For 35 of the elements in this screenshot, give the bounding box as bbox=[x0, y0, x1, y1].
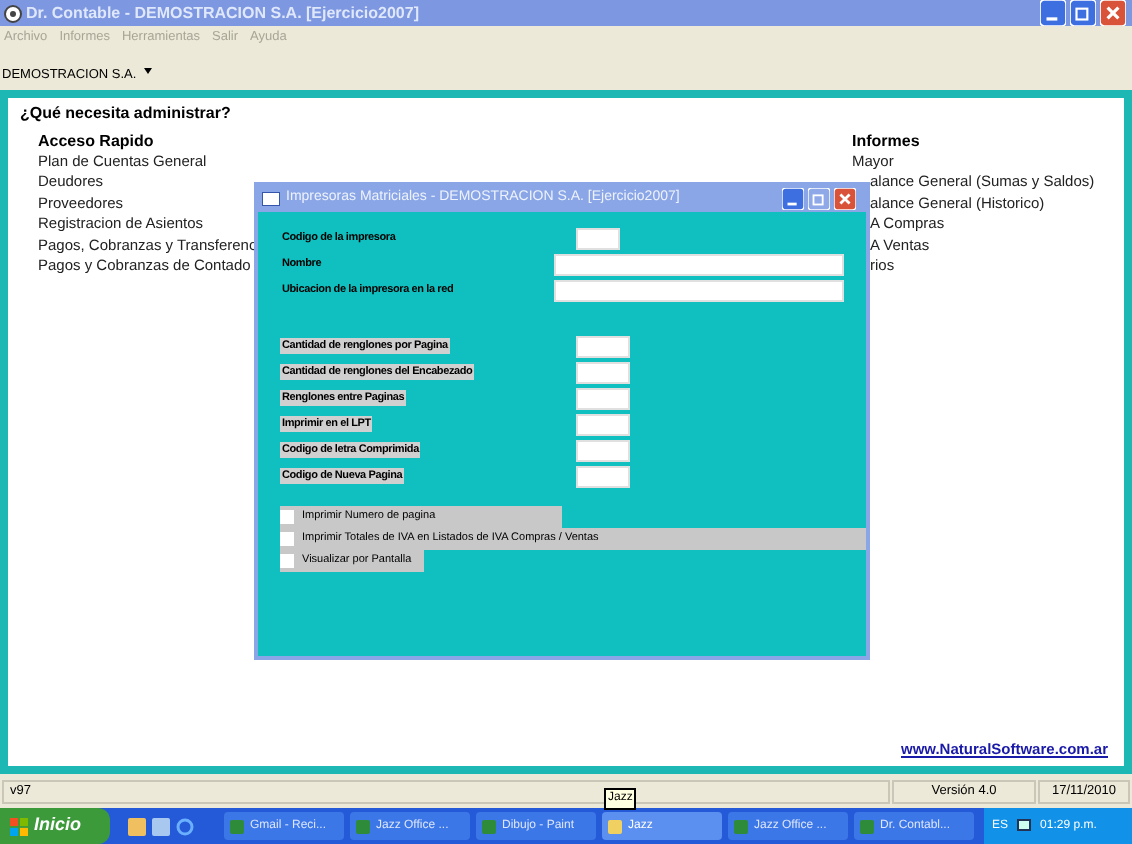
checkbox[interactable] bbox=[280, 532, 294, 546]
checkbox[interactable] bbox=[280, 554, 294, 568]
minimize-icon[interactable] bbox=[782, 188, 804, 210]
window-icon bbox=[734, 819, 748, 833]
text-field[interactable] bbox=[576, 465, 630, 487]
window-icon bbox=[860, 819, 874, 833]
text-field[interactable] bbox=[576, 439, 630, 461]
text-field[interactable] bbox=[554, 253, 844, 275]
restore-icon[interactable] bbox=[808, 188, 830, 210]
text-field[interactable] bbox=[576, 413, 630, 435]
text-field[interactable] bbox=[554, 279, 844, 301]
browser-icon[interactable] bbox=[176, 817, 194, 835]
minimize-icon[interactable] bbox=[1040, 0, 1066, 26]
section-title: Informes bbox=[852, 129, 922, 152]
window-icon bbox=[230, 819, 244, 833]
start-button[interactable]: Inicio bbox=[0, 808, 110, 844]
dialog-icon bbox=[262, 192, 280, 206]
checkbox[interactable] bbox=[280, 510, 294, 524]
close-icon[interactable] bbox=[1100, 0, 1126, 26]
text-field[interactable] bbox=[576, 335, 630, 357]
restore-icon[interactable] bbox=[1070, 0, 1096, 26]
close-icon[interactable] bbox=[834, 188, 856, 210]
window-icon bbox=[482, 819, 496, 833]
text-field[interactable] bbox=[576, 387, 630, 409]
window-title: Dr. Contable - DEMOSTRACION S.A. [Ejercicio2007] bbox=[26, 1, 421, 25]
window-icon bbox=[608, 819, 622, 833]
dropdown-icon[interactable] bbox=[144, 67, 153, 74]
text-field[interactable] bbox=[576, 227, 620, 249]
app-icon bbox=[4, 3, 22, 23]
section-title: Acceso Rapido bbox=[38, 129, 156, 152]
text-field[interactable] bbox=[576, 361, 630, 383]
window-icon bbox=[356, 819, 370, 833]
page-heading: ¿Qué necesita administrar? bbox=[20, 101, 233, 126]
network-icon[interactable] bbox=[1016, 818, 1033, 834]
windows-logo-icon bbox=[10, 817, 28, 835]
